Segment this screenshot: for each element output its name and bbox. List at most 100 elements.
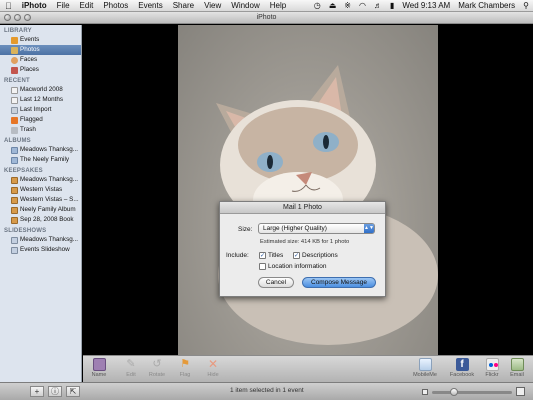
sidebar-item-faces[interactable]: Faces <box>0 55 81 65</box>
sidebar-item-flagged[interactable]: Flagged <box>0 115 81 125</box>
sidebar-item-slideshow-meadows[interactable]: Meadows Thanksg... <box>0 235 81 245</box>
sidebar-item-keepsake-book[interactable]: Sep 28, 2008 Book <box>0 215 81 225</box>
recent-section-header: RECENT <box>4 78 30 84</box>
hide-tool-button[interactable]: ✕ Hide <box>200 358 226 379</box>
slideshows-section-header: SLIDESHOWS <box>4 228 47 234</box>
menu-edit[interactable]: Edit <box>75 0 99 12</box>
chevron-updown-icon: ▲▼ <box>364 224 374 233</box>
menu-view[interactable]: View <box>199 0 226 12</box>
sidebar-item-label: Last 12 Months <box>20 96 64 103</box>
flag-tool-button[interactable]: ⚑ Flag <box>172 358 198 378</box>
tool-label: Hide <box>207 372 219 378</box>
menu-user[interactable]: Mark Chambers <box>454 0 519 12</box>
sidebar-item-last-import[interactable]: Last Import <box>0 105 81 115</box>
sidebar-item-slideshow-events[interactable]: Events Slideshow <box>0 245 81 255</box>
sidebar-item-album-meadows[interactable]: Meadows Thanksg... <box>0 145 81 155</box>
info-icon: ⓘ <box>51 387 59 396</box>
battery-icon[interactable]: ▮ <box>386 0 398 12</box>
keepsake-icon <box>11 196 18 204</box>
add-button[interactable]: + <box>30 386 44 397</box>
sidebar-item-label: Faces <box>20 56 38 63</box>
close-window-icon[interactable] <box>4 14 11 21</box>
sidebar-item-events[interactable]: Events <box>0 35 81 45</box>
menu-photos[interactable]: Photos <box>98 0 133 12</box>
estimated-size-text: Estimated size: 414 KB for 1 photo <box>260 239 350 245</box>
zoom-window-icon[interactable] <box>24 14 31 21</box>
location-checkbox[interactable] <box>259 263 266 270</box>
spotlight-icon[interactable]: ⚲ <box>519 0 533 12</box>
sidebar-item-keepsake-western-vistas-s[interactable]: Western Vistas – S... <box>0 195 81 205</box>
wifi-icon[interactable]: ◠ <box>355 0 370 12</box>
titles-checkbox-label[interactable]: Titles <box>268 252 283 259</box>
sidebar-item-last-12-months[interactable]: Last 12 Months <box>0 95 81 105</box>
sidebar-item-macworld-2008[interactable]: Macworld 2008 <box>0 85 81 95</box>
sidebar-item-label: Last Import <box>20 106 52 113</box>
menu-share[interactable]: Share <box>168 0 199 12</box>
email-tool-button[interactable]: Email <box>504 358 530 378</box>
full-screen-arrows-icon: ⇱ <box>69 387 77 396</box>
menu-window[interactable]: Window <box>226 0 264 12</box>
window-title: iPhoto <box>256 14 277 21</box>
titles-checkbox[interactable]: ✓ <box>259 252 266 259</box>
minimize-window-icon[interactable] <box>14 14 21 21</box>
menu-file[interactable]: File <box>52 0 75 12</box>
sidebar-item-places[interactable]: Places <box>0 65 81 75</box>
descriptions-checkbox-label[interactable]: Descriptions <box>302 252 338 259</box>
sidebar-item-trash[interactable]: Trash <box>0 125 81 135</box>
trash-icon <box>11 126 18 134</box>
keepsake-icon <box>11 216 18 224</box>
location-checkbox-label[interactable]: Location information <box>268 263 327 270</box>
tool-label: Flickr <box>485 372 499 378</box>
sidebar-item-album-neely[interactable]: The Neely Family <box>0 155 81 165</box>
apple-menu-icon[interactable]:  <box>0 0 17 12</box>
rotate-tool-button[interactable]: ↺ Rotate <box>144 358 170 378</box>
sidebar-item-keepsake-meadows[interactable]: Meadows Thanksg... <box>0 175 81 185</box>
cancel-button[interactable]: Cancel <box>258 277 294 288</box>
name-tag-icon <box>92 358 106 371</box>
size-label: Size: <box>238 226 253 233</box>
compose-message-button[interactable]: Compose Message <box>302 277 376 288</box>
menu-help[interactable]: Help <box>265 0 291 12</box>
eject-icon[interactable]: ⏏ <box>325 0 341 12</box>
sidebar-item-label: Photos <box>20 46 40 53</box>
cat-photo[interactable] <box>178 25 438 355</box>
sidebar-item-label: Sep 28, 2008 Book <box>20 216 74 223</box>
status-bar: + ⓘ ⇱ 1 item selected in 1 event <box>0 382 533 400</box>
tool-label: Flag <box>179 372 191 378</box>
sidebar-item-label: Western Vistas <box>20 186 63 193</box>
full-screen-button[interactable]: ⇱ <box>66 386 80 397</box>
sidebar-item-label: Events Slideshow <box>20 246 70 253</box>
keepsakes-section-header: KEEPSAKES <box>4 168 43 174</box>
window-controls <box>4 14 31 21</box>
bluetooth-icon[interactable]: ※ <box>340 0 355 12</box>
sidebar-item-keepsake-neely[interactable]: Neely Family Album <box>0 205 81 215</box>
facebook-tool-button[interactable]: f Facebook <box>447 358 477 378</box>
sidebar-item-keepsake-western-vistas[interactable]: Western Vistas <box>0 185 81 195</box>
zoom-in-photo-icon <box>516 387 525 396</box>
sidebar-item-label: Meadows Thanksg... <box>20 146 78 153</box>
sidebar-item-photos[interactable]: Photos <box>0 45 81 55</box>
pencil-icon: ✎ <box>126 358 136 370</box>
time-machine-icon[interactable]: ◷ <box>310 0 325 12</box>
keepsake-icon <box>11 206 18 214</box>
descriptions-checkbox[interactable]: ✓ <box>293 252 300 259</box>
edit-tool-button[interactable]: ✎ Edit <box>118 358 144 378</box>
menu-events[interactable]: Events <box>133 0 167 12</box>
photos-icon <box>11 46 18 54</box>
sidebar-item-label: Meadows Thanksg... <box>20 176 78 183</box>
tool-label: Name <box>91 372 107 378</box>
photo-viewer <box>83 25 533 355</box>
mobileme-tool-button[interactable]: MobileMe <box>410 358 440 378</box>
volume-icon[interactable]: ♬ <box>370 0 386 12</box>
info-button[interactable]: ⓘ <box>48 386 62 397</box>
zoom-slider[interactable] <box>432 388 512 396</box>
tool-label: Rotate <box>148 372 166 378</box>
menu-clock[interactable]: Wed 9:13 AM <box>398 0 454 12</box>
size-select[interactable]: Large (Higher Quality) ▲▼ <box>258 223 375 234</box>
name-tool-button[interactable]: Name <box>86 358 112 378</box>
zoom-slider-knob[interactable] <box>450 388 458 396</box>
menu-app-iphoto[interactable]: iPhoto <box>17 0 52 12</box>
library-section-header: LIBRARY <box>4 28 32 34</box>
flag-icon <box>11 116 18 124</box>
flickr-tool-button[interactable]: Flickr <box>479 358 505 378</box>
